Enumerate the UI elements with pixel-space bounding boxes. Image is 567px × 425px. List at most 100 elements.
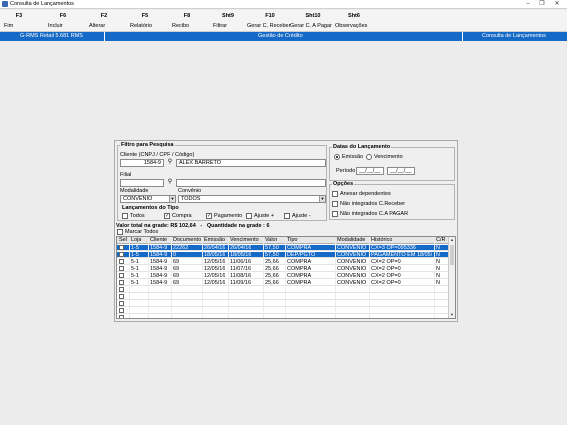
column-header[interactable]: Valor [265,237,277,243]
tipo-compra-checkbox[interactable]: ✓ [164,213,170,219]
nao-integrados-receber-label: Não integrados C.Receber [340,201,406,207]
quantidade-label: Quantidade na grade : [206,223,265,229]
column-header[interactable]: C/R [436,237,445,243]
scroll-down-icon[interactable]: ▼ [449,312,455,318]
anexar-dependentes-checkbox[interactable] [332,191,338,197]
row-select-checkbox[interactable] [119,259,124,264]
column-divider [228,237,229,318]
cell-loja: 5-1 [131,259,139,265]
restore-icon[interactable]: ❐ [537,0,547,8]
tipo-title: Lançamentos do Tipo [122,205,179,211]
cell-cr: N [436,252,440,258]
fim-button[interactable]: F3 Fim [4,13,34,29]
cell-loja: 5-1 [131,273,139,279]
cell-venc: 11/08/16 [230,273,252,279]
binoculars-icon[interactable]: ⚲ [166,179,174,186]
row-select-checkbox[interactable] [119,266,124,271]
button-label: Filtrar [213,23,228,29]
tipo-ajuste-mais-checkbox[interactable] [246,213,252,219]
incluir-button[interactable]: F6 Incluir [48,13,78,29]
close-icon[interactable]: ✕ [552,0,562,8]
table-row[interactable]: 5-1 1584-9 69 12/05/16 11/09/16 25,66 COMPRA CO… [117,280,449,286]
client-code-field[interactable]: 1584-9 [120,159,164,167]
column-header[interactable]: Sel [119,237,127,243]
date-start-field[interactable]: __/__/__ [356,167,384,175]
cell-loja: 5-1 [131,266,139,272]
row-select-checkbox[interactable] [119,287,124,292]
vertical-scrollbar[interactable]: ▲ ▼ [448,237,455,318]
row-select-checkbox[interactable] [119,294,124,299]
row-select-checkbox[interactable] [119,315,124,318]
nao-integrados-pagar-checkbox[interactable] [332,211,338,217]
valor-total-value: R$ 102,64 [170,223,196,229]
table-row[interactable]: 5-1 1584-9 69 12/05/16 11/08/16 25,66 COMPRA CO… [117,273,449,279]
table-row[interactable] [117,287,449,293]
column-header[interactable]: Emissão [204,237,225,243]
table-row[interactable]: ✓ 1-5 1584-9 0 18/05/16 18/05/16 57,50 DEP/PGTO… [117,252,449,258]
table-row[interactable] [117,315,449,318]
date-end-field[interactable]: __/__/__ [387,167,415,175]
gerar-c-receber-button[interactable]: F10 Gerar C. Receber [247,13,293,29]
convenio-select[interactable]: TODOS ▼ [178,195,326,203]
column-header[interactable]: Vencimento [230,237,259,243]
opcoes-group: Opções Anexar dependentes Não integrados… [329,181,455,220]
scroll-up-icon[interactable]: ▲ [449,237,455,243]
column-header[interactable]: Documento [173,237,201,243]
cell-venc: 11/06/16 [230,259,252,265]
table-row[interactable]: 5-1 1584-9 69 12/05/16 11/07/16 25,66 COMPRA CO… [117,266,449,272]
minimize-icon[interactable]: – [523,0,533,8]
cell-tipo: DEP/PGTO [287,252,316,258]
gerar-c-a-pagar-button[interactable]: Sht10 Gerar C. A Pagar [290,13,336,29]
relatorio-button[interactable]: F5 Relatório [130,13,160,29]
row-select-checkbox[interactable] [119,301,124,306]
row-select-checkbox[interactable]: ✓ [119,245,124,250]
filtrar-button[interactable]: Sht9 Filtrar [213,13,243,29]
key-hint: Sht6 [348,13,360,19]
row-select-checkbox[interactable]: ✓ [119,252,124,257]
cell-emissao: 26/04/16 [204,245,226,251]
binoculars-icon[interactable]: ⚲ [166,159,174,166]
column-header[interactable]: Histórico [371,237,392,243]
row-select-checkbox[interactable] [119,308,124,313]
cell-tipo: COMPRA [287,259,312,265]
nao-integrados-receber-checkbox[interactable] [332,201,338,207]
modalidade-select[interactable]: CONVENIO ▼ [120,195,176,203]
column-divider [285,237,286,318]
alterar-button[interactable]: F2 Alterar [89,13,119,29]
cell-hist: CX=2 OP=0 [371,273,401,279]
column-header[interactable]: Modalidade [337,237,365,243]
tipo-ajuste-menos-checkbox[interactable] [284,213,290,219]
column-header[interactable]: Loja [131,237,141,243]
key-hint: Sht9 [222,13,234,19]
table-row[interactable]: ✓ 1-5 1584-9 22262 26/04/16 26/04/16 57,50 COMP… [117,245,449,251]
tipo-todos-checkbox[interactable] [122,213,128,219]
row-select-checkbox[interactable] [119,280,124,285]
table-row[interactable] [117,301,449,307]
table-row[interactable]: 5-1 1584-9 69 12/05/16 11/06/16 25,66 COMPRA CO… [117,259,449,265]
recibo-button[interactable]: F8 Recibo [172,13,202,29]
table-row[interactable] [117,308,449,314]
nao-integrados-pagar-label: Não integrados C.A PAGAR [340,211,409,217]
row-select-checkbox[interactable] [119,273,124,278]
filial-name-field[interactable] [176,179,326,187]
button-label: Gerar C. A Pagar [290,23,332,29]
column-header[interactable]: Tipo [287,237,298,243]
button-label: Fim [4,23,14,29]
emissao-radio[interactable] [334,154,340,160]
observacoes-button[interactable]: Sht6 Observações [335,13,373,29]
filial-code-field[interactable] [120,179,164,187]
column-header[interactable]: Cliente [150,237,167,243]
marcar-todos-checkbox[interactable] [117,229,123,235]
button-label: Incluir [48,23,63,29]
cell-cliente: 1584-9 [150,273,168,279]
tipo-pagamento-checkbox[interactable]: ✓ [206,213,212,219]
quantidade-value: 6 [266,223,270,229]
client-name-field[interactable]: ALEX BARRETO [176,159,326,167]
cell-cliente: 1584-9 [150,245,168,251]
button-label: Gerar C. Receber [247,23,291,29]
scroll-thumb[interactable] [450,245,454,265]
button-label: Recibo [172,23,190,29]
cell-tipo: COMPRA [287,245,312,251]
table-row[interactable] [117,294,449,300]
vencimento-radio[interactable] [366,154,372,160]
